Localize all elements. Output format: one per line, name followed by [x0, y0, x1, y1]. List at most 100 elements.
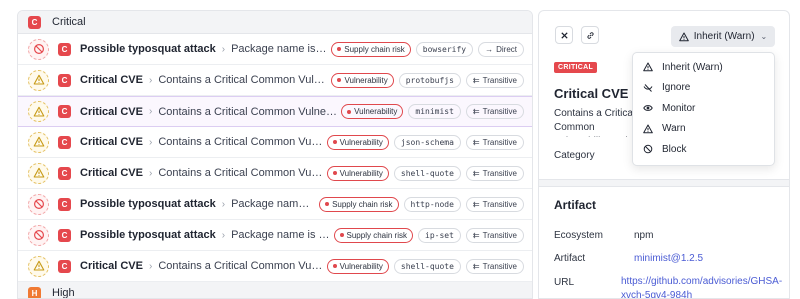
- alert-description: Contains a Critical Common Vulnerability…: [158, 74, 328, 86]
- dot-icon: [325, 202, 330, 206]
- dependency-label: Transitive: [482, 261, 517, 271]
- close-icon: [560, 31, 568, 39]
- alert-description: Contains a Critical Common Vulnerability…: [158, 136, 322, 148]
- severity-badge: C: [58, 42, 71, 56]
- dot-icon: [337, 78, 342, 82]
- alert-description: Package name is similar to ...: [231, 43, 327, 55]
- package-tag[interactable]: ip-set: [418, 227, 461, 243]
- severity-badge: CRITICAL: [554, 62, 598, 73]
- dependency-tag: ⇇ Transitive: [465, 258, 524, 274]
- transitive-icon: ⇇: [472, 261, 480, 271]
- package-tag[interactable]: bowserify: [415, 41, 474, 57]
- link-icon: [586, 31, 594, 39]
- alert-list: C Critical C Possible typosquat attack › Pa…: [17, 10, 533, 299]
- block-icon: [28, 38, 49, 60]
- alert-row[interactable]: C Critical CVE › Contains a Critical Common…: [18, 65, 532, 96]
- package-tag[interactable]: minimist: [408, 104, 461, 119]
- url-link[interactable]: https://github.com/advisories/GHSA-xvch-…: [621, 275, 782, 298]
- chevron-right-icon: ›: [148, 106, 153, 117]
- alert-type-tag: Supply chain risk: [333, 227, 413, 243]
- package-tag[interactable]: json-schema: [393, 134, 461, 150]
- alert-description: Contains a Critical Common Vulnerability…: [158, 105, 337, 118]
- alert-description: Package name is similar ...: [231, 198, 316, 210]
- alert-row[interactable]: C Possible typosquat attack › Package name …: [18, 220, 532, 251]
- warn-icon: [28, 255, 49, 277]
- chevron-right-icon: ›: [221, 198, 226, 210]
- alert-row[interactable]: C Possible typosquat attack › Package name …: [18, 189, 532, 220]
- chevron-right-icon: ›: [148, 74, 153, 86]
- dropdown-item-label: Monitor: [662, 102, 696, 114]
- alert-description: Contains a Critical Common Vulnerability…: [158, 167, 322, 179]
- severity-badge: C: [58, 228, 71, 242]
- dot-icon: [337, 47, 342, 51]
- group-header-critical[interactable]: C Critical: [18, 11, 532, 34]
- warn-icon: [28, 131, 49, 153]
- alert-title: Critical CVE: [80, 74, 143, 86]
- alert-description: Contains a Critical Common Vulnerability…: [554, 108, 636, 137]
- dropdown-item-ignore[interactable]: Ignore: [633, 78, 774, 99]
- dropdown-item-monitor[interactable]: Monitor: [633, 98, 774, 119]
- dependency-tag: ⇇ Transitive: [465, 196, 524, 212]
- artifact-heading: Artifact: [554, 198, 597, 212]
- ecosystem-label: Ecosystem: [554, 230, 603, 241]
- group-header-high[interactable]: H High: [18, 282, 532, 298]
- dependency-tag: ⇇ Transitive: [465, 104, 524, 119]
- package-tag[interactable]: shell-quote: [393, 258, 461, 274]
- alert-row[interactable]: C Critical CVE › Contains a Critical Common…: [18, 127, 532, 158]
- package-tag[interactable]: protobufjs: [398, 72, 461, 88]
- transitive-icon: ⇇: [472, 137, 480, 147]
- transitive-icon: ⇇: [472, 107, 480, 116]
- dependency-label: Transitive: [482, 168, 517, 178]
- alert-type-label: Supply chain risk: [344, 44, 405, 54]
- category-label: Category: [554, 150, 595, 161]
- severity-badge-critical: C: [28, 15, 41, 29]
- dropdown-item-block[interactable]: Block: [633, 139, 774, 160]
- artifact-label: Artifact: [554, 253, 586, 264]
- dependency-label: Transitive: [482, 137, 517, 147]
- alert-row[interactable]: C Possible typosquat attack › Package name …: [18, 34, 532, 65]
- alert-type-tag: Vulnerability: [341, 104, 404, 119]
- section-divider: [539, 179, 789, 187]
- block-icon: [28, 193, 49, 215]
- package-tag[interactable]: shell-quote: [393, 165, 461, 181]
- alert-title: Possible typosquat attack: [80, 198, 216, 210]
- monitor-icon: [643, 103, 662, 113]
- dropdown-item-inherit-warn[interactable]: Inherit (Warn): [633, 57, 774, 78]
- dot-icon: [347, 109, 352, 114]
- chevron-down-icon: ⌄: [760, 32, 768, 41]
- alert-type-label: Supply chain risk: [346, 230, 407, 240]
- action-dropdown-button[interactable]: Inherit (Warn) ⌄: [671, 26, 775, 47]
- alert-description: Contains a Critical Common Vulnerability…: [158, 260, 322, 272]
- alert-description: Package name is similar to ...: [231, 229, 329, 241]
- alert-type-label: Vulnerability: [344, 75, 388, 85]
- severity-badge: C: [58, 135, 71, 149]
- chevron-right-icon: ›: [148, 136, 153, 148]
- alert-row[interactable]: C Critical CVE › Contains a Critical Common…: [18, 251, 532, 282]
- transitive-icon: ⇇: [472, 75, 480, 85]
- alert-type-tag: Supply chain risk: [331, 41, 411, 57]
- transitive-icon: ⇇: [472, 199, 480, 209]
- severity-badge: C: [58, 105, 71, 118]
- close-button[interactable]: [555, 26, 573, 44]
- artifact-link[interactable]: minimist@1.2.5: [634, 253, 703, 264]
- arrow-right-icon: →: [485, 44, 494, 54]
- warn-icon: [643, 124, 662, 134]
- alert-type-tag: Supply chain risk: [319, 196, 399, 212]
- dependency-tag: ⇇ Transitive: [465, 165, 524, 181]
- package-tag[interactable]: http-node: [403, 196, 461, 212]
- severity-badge: C: [58, 259, 71, 273]
- copy-link-button[interactable]: [581, 26, 599, 44]
- dependency-label: Direct: [496, 44, 517, 54]
- dependency-tag: → Direct: [478, 41, 524, 57]
- alert-row[interactable]: C Critical CVE › Contains a Critical Common…: [18, 96, 532, 127]
- alert-title: Critical CVE: [80, 260, 143, 272]
- alert-type-tag: Vulnerability: [326, 165, 389, 181]
- severity-badge: C: [58, 166, 71, 180]
- dependency-label: Transitive: [482, 199, 517, 209]
- dropdown-item-warn[interactable]: Warn: [633, 119, 774, 140]
- block-icon: [28, 224, 49, 246]
- group-label: Critical: [52, 16, 86, 28]
- alert-type-label: Supply chain risk: [332, 199, 393, 209]
- chevron-right-icon: ›: [221, 229, 226, 241]
- alert-row[interactable]: C Critical CVE › Contains a Critical Common…: [18, 158, 532, 189]
